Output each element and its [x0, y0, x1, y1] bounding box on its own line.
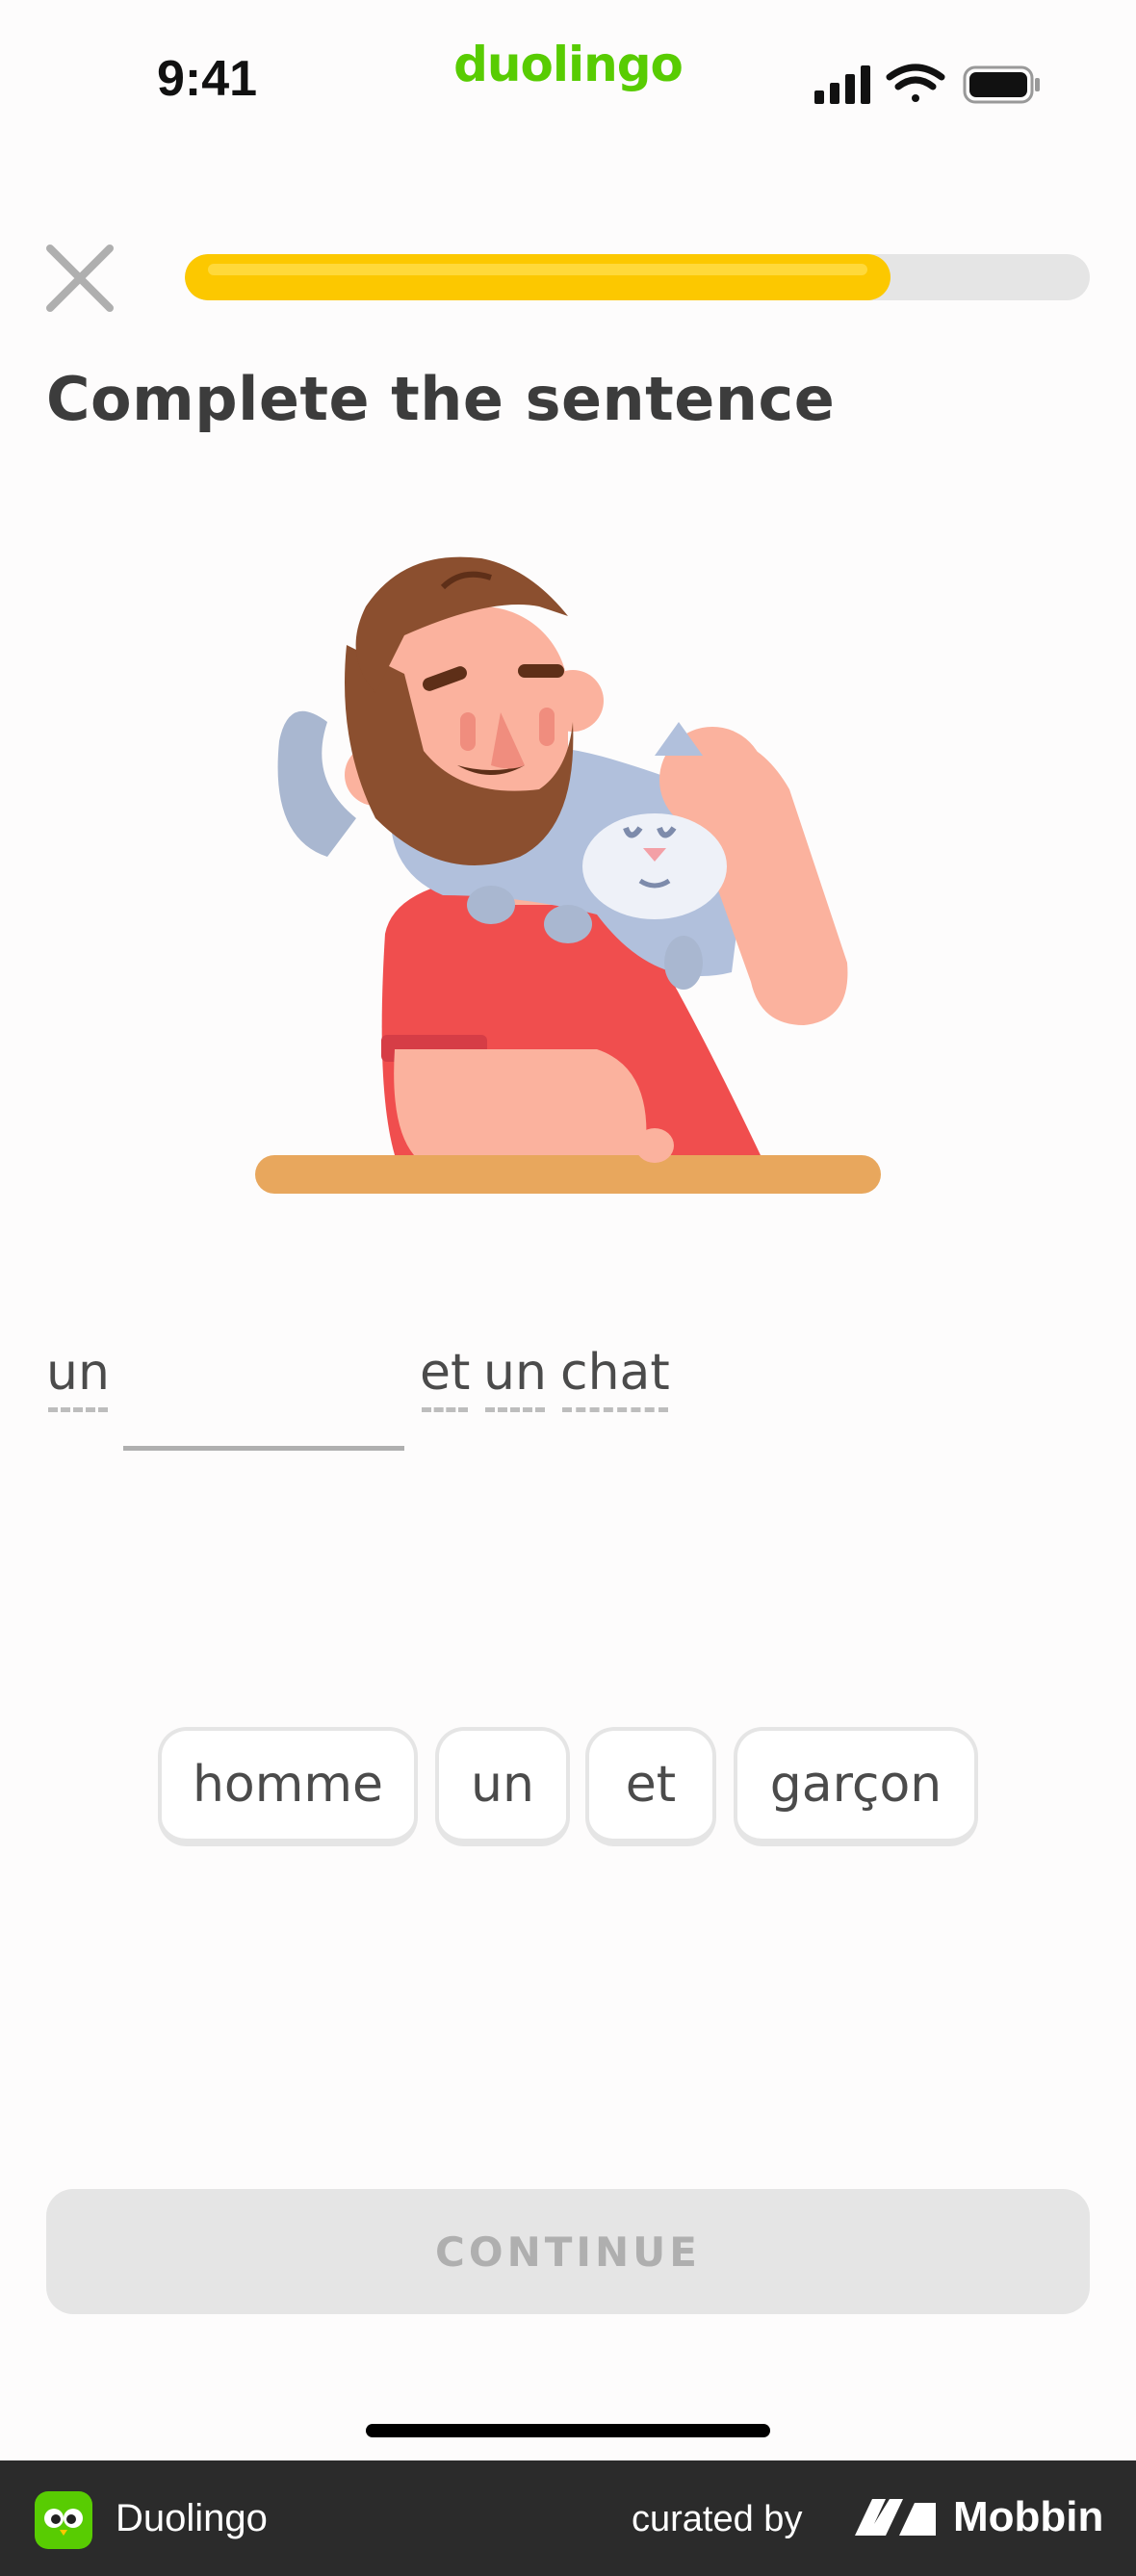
continue-button[interactable]: CONTINUE: [46, 2189, 1090, 2314]
word-chip[interactable]: homme: [158, 1727, 418, 1846]
wifi-icon: [886, 64, 945, 102]
battery-icon: [963, 65, 1040, 104]
page-title: Complete the sentence: [46, 364, 836, 434]
mobbin-logo-icon: [851, 2495, 938, 2543]
footer-curated-label: curated by: [632, 2499, 803, 2539]
sentence-word-before[interactable]: un: [46, 1344, 110, 1412]
word-chip[interactable]: un: [435, 1727, 570, 1846]
progress-fill: [185, 254, 891, 300]
home-indicator: [366, 2424, 770, 2437]
sentence-word-after[interactable]: un: [483, 1344, 547, 1412]
word-chip[interactable]: garçon: [734, 1727, 978, 1846]
word-chip[interactable]: et: [585, 1727, 716, 1846]
close-icon: [46, 245, 114, 312]
progress-bar: [185, 254, 1090, 300]
footer-brand: Mobbin: [953, 2493, 1104, 2540]
sentence-word-after[interactable]: et: [420, 1344, 470, 1412]
duolingo-owl-icon: [35, 2491, 92, 2549]
status-icons: [813, 64, 1044, 110]
footer-app-name: Duolingo: [116, 2497, 268, 2539]
close-button[interactable]: [44, 243, 116, 314]
footer: Duolingo curated by Mobbin: [0, 2460, 1136, 2576]
sentence-word-after[interactable]: chat: [560, 1344, 670, 1412]
signal-icon: [814, 65, 870, 104]
man-hugging-cat-illustration: [250, 549, 886, 1203]
answer-blank[interactable]: [123, 1446, 404, 1451]
